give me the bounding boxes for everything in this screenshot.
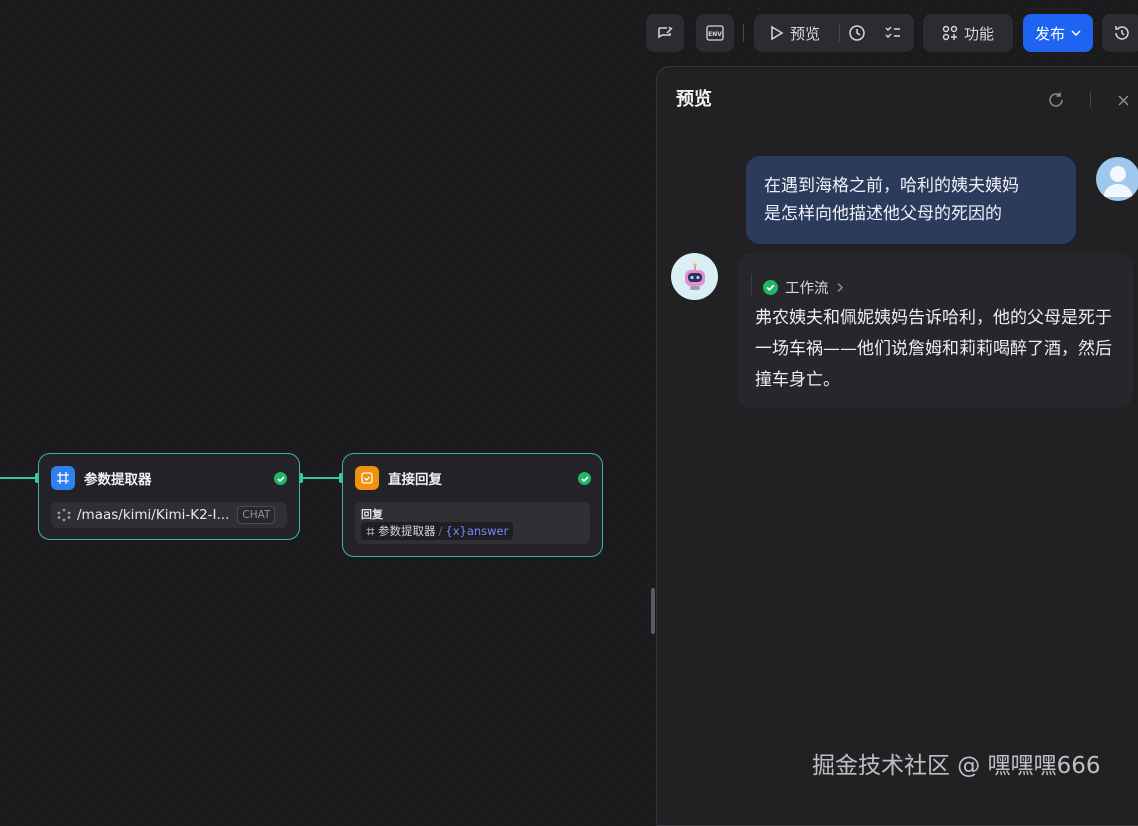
svg-text:ENV: ENV — [708, 31, 722, 38]
variable-separator: / — [438, 524, 443, 538]
node-title: 参数提取器 — [84, 472, 152, 488]
env-icon: ENV — [706, 25, 724, 41]
preview-button[interactable]: 预览 — [770, 14, 820, 52]
history-icon — [1115, 26, 1129, 40]
play-icon — [771, 25, 784, 41]
publish-label: 发布 — [1034, 24, 1065, 43]
bot-avatar — [671, 253, 718, 300]
toolbar-divider — [743, 24, 744, 42]
user-message-line: 在遇到海格之前，哈利的姨夫姨妈 — [764, 176, 1019, 196]
model-mode-badge: CHAT — [237, 506, 276, 524]
preview-label: 预览 — [790, 24, 821, 43]
workflow-label: 工作流 — [785, 281, 829, 297]
features-label: 功能 — [963, 24, 994, 43]
success-check-icon — [274, 472, 287, 485]
node-title: 直接回复 — [388, 472, 442, 488]
user-avatar — [1096, 157, 1138, 201]
refresh-icon[interactable] — [1047, 91, 1065, 109]
chat-edit-button[interactable] — [646, 14, 684, 52]
chevron-right-icon — [836, 282, 843, 293]
edge-incoming — [0, 477, 38, 479]
chevron-down-icon — [1071, 30, 1081, 37]
extractor-small-icon — [366, 527, 375, 535]
model-provider-icon — [57, 508, 71, 522]
checklist-icon[interactable] — [884, 24, 902, 42]
user-message: 在遇到海格之前，哈利的姨夫姨妈 是怎样向他描述他父母的死因的 — [746, 156, 1076, 244]
model-name: /maas/kimi/Kimi-K2-I... — [77, 507, 230, 523]
run-history-icon[interactable] — [848, 24, 866, 42]
panel-resize-handle[interactable] — [651, 588, 655, 634]
reply-field-label: 回复 — [361, 508, 383, 521]
edge-param-to-reply — [300, 477, 342, 479]
node-header: 直接回复 — [355, 466, 442, 490]
workflow-indicator-line — [751, 274, 752, 296]
panel-header-divider — [1090, 91, 1091, 107]
reply-icon — [355, 466, 379, 490]
variable-name: {x}answer — [445, 524, 509, 538]
chat-edit-icon — [658, 26, 673, 39]
reply-content-box[interactable]: 回复 参数提取器 / {x}answer — [355, 502, 590, 544]
user-message-line: 是怎样向他描述他父母的死因的 — [764, 204, 1002, 224]
bot-message: 工作流 弗农姨夫和佩妮姨妈告诉哈利，他的父母是死于一场车祸——他们说詹姆和莉莉喝… — [737, 253, 1133, 408]
workflow-toggle[interactable]: 工作流 — [763, 277, 844, 298]
panel-title: 预览 — [676, 89, 712, 110]
preview-group: 预览 — [754, 14, 914, 52]
node-direct-reply[interactable]: 直接回复 回复 参数提取器 / {x}answer — [342, 453, 603, 557]
features-button[interactable]: 功能 — [923, 14, 1013, 52]
node-parameter-extractor[interactable]: 参数提取器 /maas/kimi/Kimi-K2-I... CHAT — [38, 453, 300, 540]
publish-button[interactable]: 发布 — [1023, 14, 1093, 52]
model-selector[interactable]: /maas/kimi/Kimi-K2-I... CHAT — [51, 502, 287, 528]
node-header: 参数提取器 — [51, 466, 152, 490]
success-check-icon — [578, 472, 591, 485]
apps-icon — [942, 25, 958, 41]
preview-divider — [839, 24, 840, 42]
history-button[interactable] — [1102, 14, 1138, 52]
env-button[interactable]: ENV — [696, 14, 734, 52]
variable-chip[interactable]: 参数提取器 / {x}answer — [361, 522, 514, 540]
close-icon[interactable] — [1117, 94, 1130, 107]
success-check-icon — [763, 280, 778, 295]
variable-source: 参数提取器 — [378, 524, 436, 538]
bot-reply-text: 弗农姨夫和佩妮姨妈告诉哈利，他的父母是死于一场车祸——他们说詹姆和莉莉喝醉了酒，… — [755, 308, 1112, 390]
extractor-icon — [51, 466, 75, 490]
watermark: 掘金技术社区 @ 嘿嘿嘿666 — [812, 753, 1101, 779]
